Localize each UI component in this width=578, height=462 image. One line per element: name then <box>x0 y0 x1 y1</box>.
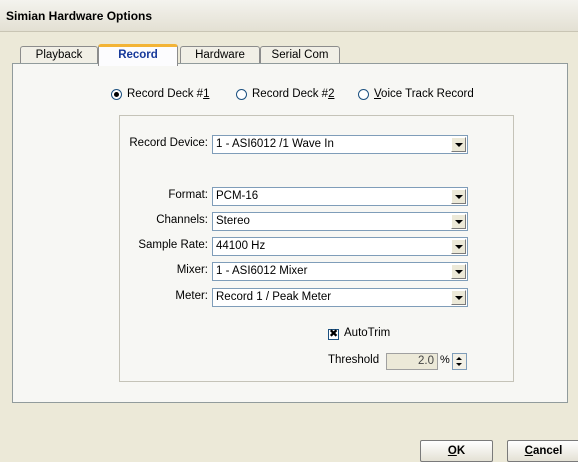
threshold-spinner[interactable] <box>452 353 467 370</box>
chevron-down-icon[interactable] <box>451 214 466 229</box>
tab-playback[interactable]: Playback <box>20 46 98 64</box>
title-bar: Simian Hardware Options <box>0 0 578 32</box>
spin-down-icon[interactable] <box>456 363 462 366</box>
channels-label: Channels: <box>156 214 208 226</box>
radio-label: Voice Track Record <box>374 88 474 100</box>
record-device-label: Record Device: <box>129 137 208 149</box>
sample-rate-select[interactable]: 44100 Hz <box>212 237 468 256</box>
record-device-value: 1 - ASI6012 /1 Wave In <box>216 138 334 150</box>
radio-label: Record Deck #1 <box>127 88 210 100</box>
radio-voice-track-record[interactable]: Voice Track Record <box>358 88 483 103</box>
radio-record-deck-1[interactable]: Record Deck #1 <box>111 88 219 103</box>
chevron-down-icon[interactable] <box>451 290 466 305</box>
meter-label: Meter: <box>175 290 208 302</box>
spin-up-icon[interactable] <box>456 357 462 360</box>
threshold-value: 2.0 <box>418 355 434 367</box>
threshold-input[interactable]: 2.0 <box>386 353 438 370</box>
radio-button[interactable] <box>358 89 369 100</box>
radio-button-checked[interactable] <box>111 89 122 100</box>
sample-rate-label: Sample Rate: <box>138 239 208 251</box>
record-device-select[interactable]: 1 - ASI6012 /1 Wave In <box>212 135 468 154</box>
format-select[interactable]: PCM-16 <box>212 187 468 206</box>
meter-value: Record 1 / Peak Meter <box>216 291 332 303</box>
radio-button[interactable] <box>236 89 247 100</box>
channels-value: Stereo <box>216 215 250 227</box>
radio-label: Record Deck #2 <box>252 88 335 100</box>
radio-record-deck-2[interactable]: Record Deck #2 <box>236 88 344 103</box>
tab-record[interactable]: Record <box>98 44 178 66</box>
autotrim-label: AutoTrim <box>344 327 391 339</box>
chevron-down-icon[interactable] <box>451 189 466 204</box>
tab-hardware[interactable]: Hardware <box>180 46 260 64</box>
mixer-label: Mixer: <box>176 264 208 276</box>
channels-select[interactable]: Stereo <box>212 212 468 231</box>
autotrim-checkbox[interactable] <box>328 327 339 341</box>
format-label: Format: <box>168 189 208 201</box>
sample-rate-value: 44100 Hz <box>216 240 266 252</box>
mixer-value: 1 - ASI6012 Mixer <box>216 265 308 277</box>
percent-unit: % <box>440 354 450 366</box>
format-value: PCM-16 <box>216 190 259 202</box>
meter-select[interactable]: Record 1 / Peak Meter <box>212 288 468 307</box>
chevron-down-icon[interactable] <box>451 239 466 254</box>
window-title: Simian Hardware Options <box>6 9 153 23</box>
mixer-select[interactable]: 1 - ASI6012 Mixer <box>212 262 468 281</box>
threshold-label: Threshold <box>328 354 380 366</box>
hardware-options-dialog: Simian Hardware Options Playback Record … <box>0 0 578 462</box>
chevron-down-icon[interactable] <box>451 137 466 152</box>
tab-serial-com[interactable]: Serial Com <box>260 46 340 64</box>
chevron-down-icon[interactable] <box>451 264 466 279</box>
